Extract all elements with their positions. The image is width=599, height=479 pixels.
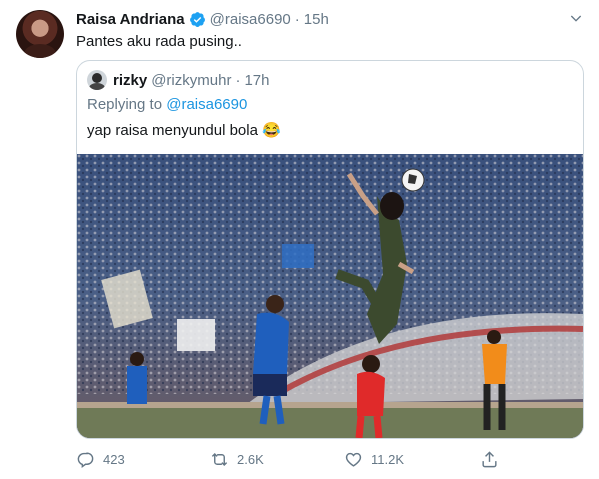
like-count: 11.2K [371, 451, 405, 467]
like-button[interactable]: 11.2K [344, 448, 404, 470]
chevron-down-icon[interactable] [568, 10, 584, 26]
reply-count: 423 [103, 451, 125, 467]
quoted-separator-dot: · [235, 71, 241, 89]
reply-icon [77, 451, 94, 468]
quoted-time: 17h [244, 71, 270, 89]
tweet-header: Raisa Andriana @raisa6690 · 15h [76, 9, 329, 29]
quoted-avatar [87, 70, 107, 90]
verified-badge-icon [189, 11, 205, 27]
author-avatar[interactable] [16, 10, 64, 58]
avatar-face [92, 73, 102, 83]
quoted-media-image[interactable] [77, 154, 583, 438]
reply-button[interactable]: 423 [76, 448, 125, 470]
retweet-count: 2.6K [237, 451, 264, 467]
avatar-shoulder [24, 44, 56, 58]
quoted-author-name: rizky [113, 71, 148, 89]
replying-to: Replying to @raisa6690 [87, 96, 247, 113]
share-icon [482, 450, 497, 467]
author-name[interactable]: Raisa Andriana [76, 11, 185, 28]
quoted-text: yap raisa menyundul bola 😂 [87, 122, 281, 139]
author-handle[interactable]: @raisa6690 [210, 11, 291, 28]
stadium-photo [77, 154, 583, 438]
tweet-actions: 423 2.6K 11.2K [76, 448, 506, 470]
retweet-button[interactable]: 2.6K [210, 448, 264, 470]
tweet-time[interactable]: 15h [304, 11, 329, 28]
share-button[interactable] [480, 448, 499, 470]
tweet-text: Pantes aku rada pusing.. [76, 33, 242, 50]
quoted-tweet[interactable]: rizky @rizkymuhr · 17h Replying to @rais… [76, 60, 584, 439]
separator-dot: · [294, 10, 300, 28]
tweet[interactable]: Raisa Andriana @raisa6690 · 15h Pantes a… [0, 0, 599, 479]
replying-prefix: Replying to [87, 96, 167, 113]
replying-mention-link[interactable]: @raisa6690 [166, 96, 247, 113]
heart-icon [345, 452, 362, 467]
retweet-icon [211, 452, 228, 466]
quoted-header: rizky @rizkymuhr · 17h [87, 70, 269, 90]
quoted-author-handle: @rizkymuhr [151, 71, 232, 89]
avatar-body [89, 83, 105, 90]
